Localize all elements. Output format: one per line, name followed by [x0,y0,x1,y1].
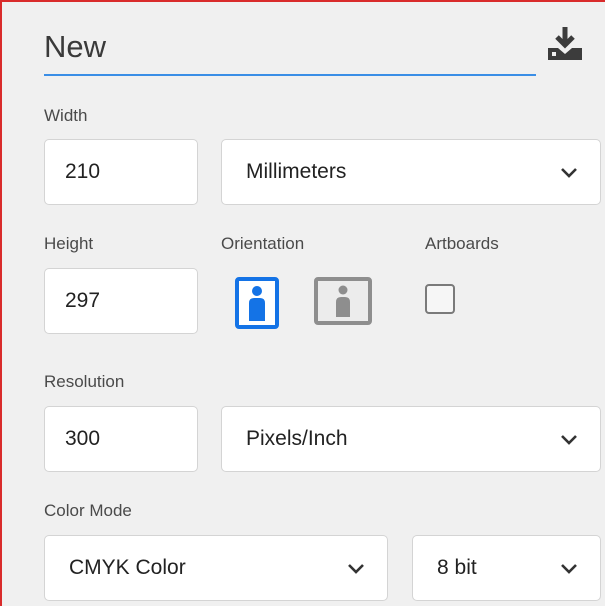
color-mode-select[interactable]: CMYK Color [44,535,388,601]
landscape-orientation-button[interactable] [314,277,372,325]
save-preset-button[interactable] [544,24,586,64]
bit-depth-select[interactable]: 8 bit [412,535,601,601]
height-input[interactable]: 297 [44,268,198,334]
landscape-orientation-icon [314,277,372,325]
bit-depth-value: 8 bit [437,556,477,579]
artboards-checkbox[interactable] [425,284,455,314]
resolution-unit-select[interactable]: Pixels/Inch [221,406,601,472]
orientation-label: Orientation [221,234,305,253]
color-mode-value: CMYK Color [69,556,186,579]
chevron-down-icon [561,564,577,574]
height-label: Height [44,234,94,253]
width-input[interactable]: 210 [44,139,198,205]
width-unit-select[interactable]: Millimeters [221,139,601,205]
resolution-label: Resolution [44,372,125,391]
artboards-label: Artboards [425,234,499,253]
chevron-down-icon [561,168,577,178]
new-document-panel: Width 210 Millimeters Height Orientation… [0,0,605,606]
color-mode-label: Color Mode [44,501,132,520]
save-preset-icon [548,27,582,60]
chevron-down-icon [561,435,577,445]
resolution-input[interactable]: 300 [44,406,198,472]
document-name-input[interactable] [44,20,536,76]
resolution-unit-value: Pixels/Inch [246,427,348,450]
portrait-orientation-icon [235,277,279,329]
width-label: Width [44,106,88,125]
chevron-down-icon [348,564,364,574]
width-unit-value: Millimeters [246,160,347,183]
portrait-orientation-button[interactable] [235,277,279,329]
